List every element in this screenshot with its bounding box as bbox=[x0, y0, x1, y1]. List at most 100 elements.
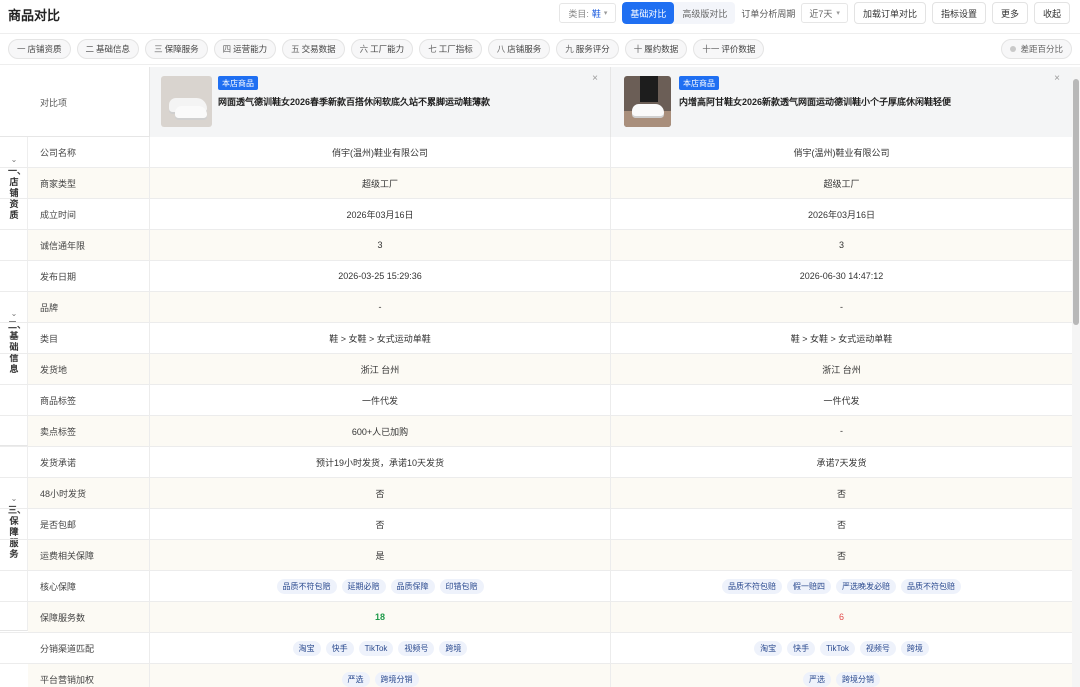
category-label: 类目: bbox=[568, 8, 589, 19]
section-chip-label: 店铺资质 bbox=[27, 44, 62, 54]
table-row: 平台营销加权 严选 跨境分销 严选 跨境分销 bbox=[0, 664, 1072, 687]
section-number-icon: 七 bbox=[428, 44, 437, 54]
diff-percent-toggle[interactable]: 差距百分比 bbox=[1001, 39, 1072, 59]
cell-product-1: 2026年03月16日 bbox=[149, 199, 610, 229]
cell-value: 一件代发 bbox=[361, 395, 398, 406]
row-label: 成立时间 bbox=[40, 209, 77, 220]
cell-product-2: - bbox=[610, 416, 1072, 446]
chevron-down-icon: ▾ bbox=[836, 10, 840, 17]
page-header: 商品对比 类目: 鞋 ▾ 基础对比 高级版对比 订单分析周期 近7天 ▾ 加载订… bbox=[0, 0, 1080, 34]
section-chip[interactable]: 八店铺服务 bbox=[487, 39, 551, 59]
tag: 延期必赔 bbox=[341, 578, 386, 594]
tag: 印错包赔 bbox=[439, 578, 484, 594]
table-row: 是否包邮 否 否 bbox=[0, 509, 1072, 540]
table-row: 诚信通年限 3 3 bbox=[0, 230, 1072, 261]
cell-value: 承诺7天发货 bbox=[816, 457, 867, 468]
table-row: 类目 鞋 > 女鞋 > 女式运动单鞋 鞋 > 女鞋 > 女式运动单鞋 bbox=[0, 323, 1072, 354]
category-select[interactable]: 类目: 鞋 ▾ bbox=[559, 3, 617, 23]
table-row: 核心保障 品质不符包赔 延期必赔 品质保障 印错包赔 品质不符包赔 假一赔四 严选晚发必赔 品质… bbox=[0, 571, 1072, 602]
cell-value: 6 bbox=[838, 612, 844, 622]
metric-settings-button[interactable]: 指标设置 bbox=[931, 2, 986, 24]
tag: 严选晚发必赔 bbox=[836, 578, 896, 594]
cell-value: 否 bbox=[375, 488, 385, 499]
row-label: 48小时发货 bbox=[40, 488, 87, 499]
tag: 跨境分销 bbox=[374, 671, 419, 687]
shoe-icon bbox=[175, 106, 207, 118]
collapse-button[interactable]: 收起 bbox=[1033, 2, 1070, 24]
cell-value: 否 bbox=[836, 488, 846, 499]
cell-value: 浙江 台州 bbox=[360, 364, 400, 375]
tag-list: 品质不符包赔 延期必赔 品质保障 印错包赔 bbox=[276, 578, 484, 594]
cell-product-2: 否 bbox=[610, 540, 1072, 570]
cell-product-1: 严选 跨境分销 bbox=[149, 664, 610, 687]
product-title[interactable]: 内增高阿甘鞋女2026新款透气网面运动德训鞋小个子厚底休闲鞋轻便 bbox=[679, 95, 951, 108]
page-title: 商品对比 bbox=[8, 8, 61, 23]
more-button[interactable]: 更多 bbox=[991, 2, 1028, 24]
product-card[interactable]: 本店商品 网面透气德训鞋女2026春季新款百搭休闲软底久站不累脚运动鞋薄款 × bbox=[149, 67, 610, 137]
shoe-icon bbox=[632, 104, 664, 116]
section-chip[interactable]: 七工厂指标 bbox=[419, 39, 482, 59]
section-number-icon: 一 bbox=[17, 44, 26, 54]
section-chip[interactable]: 六工厂能力 bbox=[350, 39, 414, 59]
cell-value: 俏宇(温州)鞋业有限公司 bbox=[793, 147, 890, 158]
section-number-icon: 十 bbox=[633, 44, 643, 54]
diff-percent-label: 差距百分比 bbox=[1020, 44, 1063, 54]
cell-product-1: 品质不符包赔 延期必赔 品质保障 印错包赔 bbox=[149, 571, 610, 601]
period-select[interactable]: 近7天 ▾ bbox=[801, 3, 848, 23]
cell-value: 2026年03月16日 bbox=[807, 209, 876, 220]
leg-shape bbox=[640, 76, 658, 102]
section-number-icon: 九 bbox=[565, 44, 574, 54]
table-row: 商品标签 一件代发 一件代发 bbox=[0, 385, 1072, 416]
cell-product-1: - bbox=[149, 292, 610, 322]
section-chip-label: 基础信息 bbox=[96, 44, 131, 54]
section-number-icon: 二 bbox=[85, 44, 95, 54]
section-chip[interactable]: 十履约数据 bbox=[624, 39, 688, 59]
cell-product-1: 淘宝 快手 TikTok 视频号 跨境 bbox=[149, 633, 610, 663]
section-chip-label: 服务评分 bbox=[575, 44, 610, 54]
section-chip[interactable]: 四运营能力 bbox=[213, 39, 277, 59]
close-icon[interactable]: × bbox=[1054, 73, 1060, 84]
table-row: 发货地 浙江 台州 浙江 台州 bbox=[0, 354, 1072, 385]
section-chip[interactable]: 五交易数据 bbox=[282, 39, 345, 59]
section-chip[interactable]: 十一 评价数据 bbox=[693, 39, 765, 59]
section-number-icon: 四 bbox=[222, 44, 232, 54]
table-row: 发布日期 2026-03-25 15:29:36 2026-06-30 14:47:… bbox=[0, 261, 1072, 292]
cell-product-1: 超级工厂 bbox=[149, 168, 610, 198]
cell-product-2: 承诺7天发货 bbox=[610, 447, 1072, 477]
product-card[interactable]: 本店商品 内增高阿甘鞋女2026新款透气网面运动德训鞋小个子厚底休闲鞋轻便 × bbox=[610, 67, 1072, 137]
row-label: 公司名称 bbox=[40, 147, 77, 158]
product-title[interactable]: 网面透气德训鞋女2026春季新款百搭休闲软底久站不累脚运动鞋薄款 bbox=[218, 95, 490, 108]
tag: 跨境 bbox=[900, 640, 929, 656]
section-chip[interactable]: 三保障服务 bbox=[145, 39, 208, 59]
tag: 跨境分销 bbox=[836, 671, 880, 687]
compare-mode-toggle: 基础对比 高级版对比 bbox=[622, 2, 736, 24]
row-label: 平台营销加权 bbox=[40, 674, 95, 685]
table-row: 保障服务数 18 6 bbox=[0, 602, 1072, 633]
scrollbar-thumb[interactable] bbox=[1073, 79, 1079, 325]
cell-value: 超级工厂 bbox=[823, 178, 860, 189]
cell-value: - bbox=[840, 426, 843, 436]
cell-value: - bbox=[840, 302, 843, 312]
section-chip-label: 工厂指标 bbox=[438, 44, 473, 54]
load-order-compare-button[interactable]: 加载订单对比 bbox=[853, 2, 926, 24]
section-chip[interactable]: 二基础信息 bbox=[76, 39, 140, 59]
section-number-icon: 三 bbox=[154, 44, 163, 54]
row-label: 卖点标签 bbox=[40, 426, 77, 437]
section-chip[interactable]: 九服务评分 bbox=[556, 39, 619, 59]
section-chip[interactable]: 一店铺资质 bbox=[8, 39, 71, 59]
tab-basic-compare[interactable]: 基础对比 bbox=[622, 2, 675, 24]
section-chips: 一店铺资质二基础信息三保障服务四运营能力五交易数据六工厂能力七工厂指标八店铺服务… bbox=[8, 39, 765, 59]
section-anchor-bar: 一店铺资质二基础信息三保障服务四运营能力五交易数据六工厂能力七工厂指标八店铺服务… bbox=[0, 35, 1080, 65]
cell-product-2: 严选 跨境分销 bbox=[610, 664, 1072, 687]
scrollbar[interactable] bbox=[1072, 67, 1080, 687]
section-number-icon: 六 bbox=[359, 44, 369, 54]
row-label: 分销渠道匹配 bbox=[40, 643, 95, 654]
close-icon[interactable]: × bbox=[592, 73, 598, 84]
cell-product-1: 一件代发 bbox=[149, 385, 610, 415]
cell-product-2: 鞋 > 女鞋 > 女式运动单鞋 bbox=[610, 323, 1072, 353]
tab-advanced-compare[interactable]: 高级版对比 bbox=[674, 2, 735, 24]
cell-value: 是 bbox=[375, 550, 385, 561]
cell-product-2: 品质不符包赔 假一赔四 严选晚发必赔 品质不符包赔 bbox=[610, 571, 1072, 601]
cell-value: 否 bbox=[836, 519, 846, 530]
tag-list: 严选 跨境分销 bbox=[803, 671, 880, 687]
